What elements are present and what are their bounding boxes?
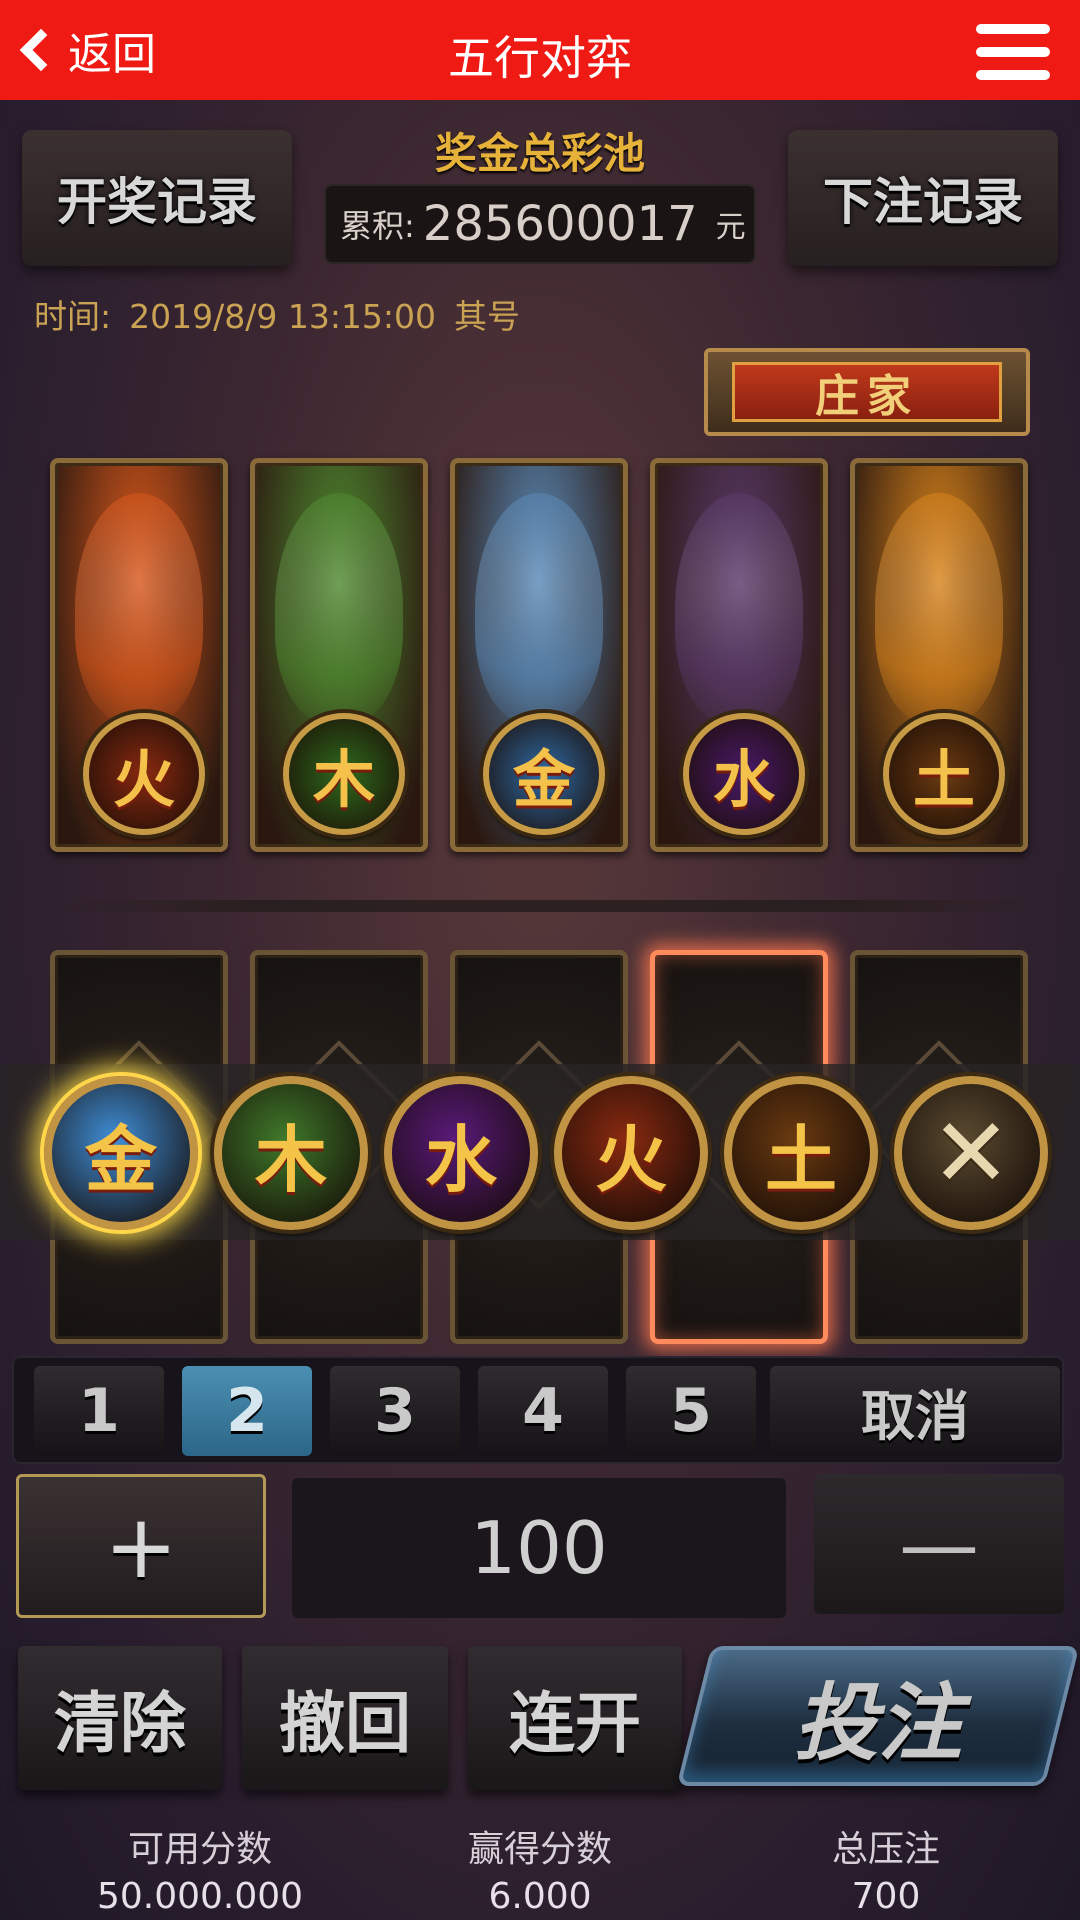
available-value: 50.000.000	[96, 1876, 304, 1917]
won-label: 赢得分数	[467, 1829, 612, 1870]
jackpot-label: 累积:	[340, 207, 415, 245]
clear-button[interactable]: 清除	[18, 1646, 222, 1790]
bet-label: 投注	[793, 1673, 962, 1772]
element-emblem: 金	[483, 713, 605, 835]
won-score: 赢得分数 6.000	[390, 1820, 690, 1917]
divider	[50, 900, 1050, 912]
element-card: 水	[650, 458, 828, 852]
jackpot-unit: 元	[715, 210, 746, 245]
element-card: 土	[850, 458, 1028, 852]
element-emblem: 木	[283, 713, 405, 835]
element-card: 火	[50, 458, 228, 852]
banker-badge: 庄家	[704, 348, 1030, 436]
undo-button[interactable]: 撤回	[242, 1646, 448, 1790]
element-card: 木	[250, 458, 428, 852]
element-emblem: 火	[83, 713, 205, 835]
won-value: 6.000	[488, 1876, 592, 1917]
increase-button[interactable]: +	[16, 1474, 266, 1618]
continuous-button[interactable]: 连开	[468, 1646, 682, 1790]
issue-label: 其号	[454, 297, 521, 336]
total-label: 总压注	[831, 1829, 940, 1870]
creature-art	[75, 493, 203, 723]
bet-amount-field[interactable]: 100	[292, 1478, 786, 1618]
multiplier-4-button[interactable]: 4	[478, 1366, 608, 1456]
chip-wood[interactable]: 木	[214, 1076, 368, 1230]
element-emblem: 土	[883, 713, 1005, 835]
bet-button[interactable]: 投注	[676, 1646, 1080, 1786]
chip-earth[interactable]: 土	[724, 1076, 878, 1230]
chip-cancel[interactable]: ✕	[894, 1076, 1048, 1230]
jackpot-amount: 285600017	[422, 196, 698, 252]
round-info: 时间: 2019/8/9 13:15:00 其号	[34, 290, 538, 338]
element-emblem: 水	[683, 713, 805, 835]
creature-art	[475, 493, 603, 723]
multiplier-1-button[interactable]: 1	[34, 1366, 164, 1456]
available-label: 可用分数	[127, 1829, 272, 1870]
decrease-button[interactable]: —	[814, 1474, 1064, 1614]
available-score: 可用分数 50.000.000	[50, 1820, 350, 1917]
total-value: 700	[851, 1876, 921, 1917]
round-time: 2019/8/9 13:15:00	[129, 297, 437, 336]
chip-metal[interactable]: 金	[44, 1076, 198, 1230]
creature-art	[675, 493, 803, 723]
top-bar: 返回 五行对弈	[0, 0, 1080, 100]
element-card: 金	[450, 458, 628, 852]
cancel-button[interactable]: 取消	[770, 1366, 1060, 1456]
multiplier-2-button[interactable]: 2	[182, 1366, 312, 1456]
creature-art	[275, 493, 403, 723]
jackpot-box: 累积: 285600017 元	[324, 184, 756, 264]
creature-art	[875, 493, 1003, 723]
multiplier-3-button[interactable]: 3	[330, 1366, 460, 1456]
time-label: 时间:	[34, 297, 112, 336]
total-bet: 总压注 700	[736, 1820, 1036, 1917]
hamburger-icon	[976, 24, 1050, 34]
page-title: 五行对弈	[448, 31, 632, 85]
jackpot-title: 奖金总彩池	[434, 129, 645, 178]
chip-fire[interactable]: 火	[554, 1076, 708, 1230]
menu-button[interactable]	[976, 24, 1050, 80]
multiplier-5-button[interactable]: 5	[626, 1366, 756, 1456]
chip-water[interactable]: 水	[384, 1076, 538, 1230]
banker-label: 庄家	[732, 362, 1002, 422]
